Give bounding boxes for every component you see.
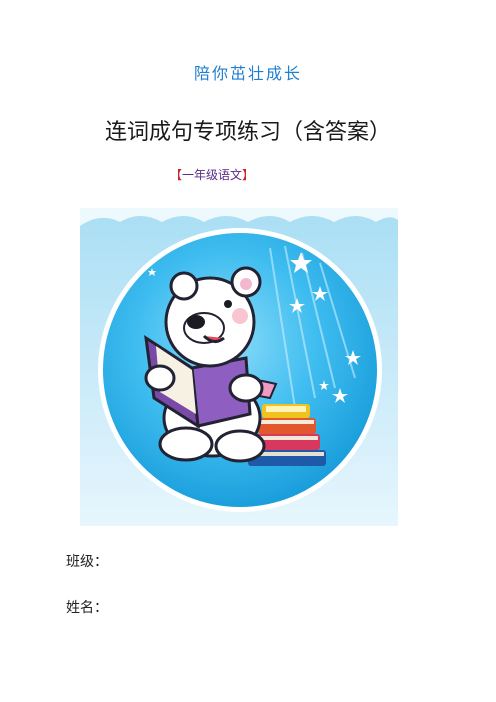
- tag-open-bracket: 【: [170, 168, 183, 182]
- name-label: 姓名：: [66, 600, 108, 616]
- tag-close-bracket: 】: [242, 168, 255, 182]
- class-label: 班级：: [66, 554, 108, 570]
- bear-reading-book-icon: [80, 208, 398, 526]
- tag-text: 一年级语文: [182, 168, 243, 182]
- document-title: 连词成句专项练习（含答案）: [104, 120, 391, 145]
- slogan: 陪你茁壮成长: [193, 64, 302, 83]
- grade-subject-tag: 【一年级语文】: [170, 166, 254, 183]
